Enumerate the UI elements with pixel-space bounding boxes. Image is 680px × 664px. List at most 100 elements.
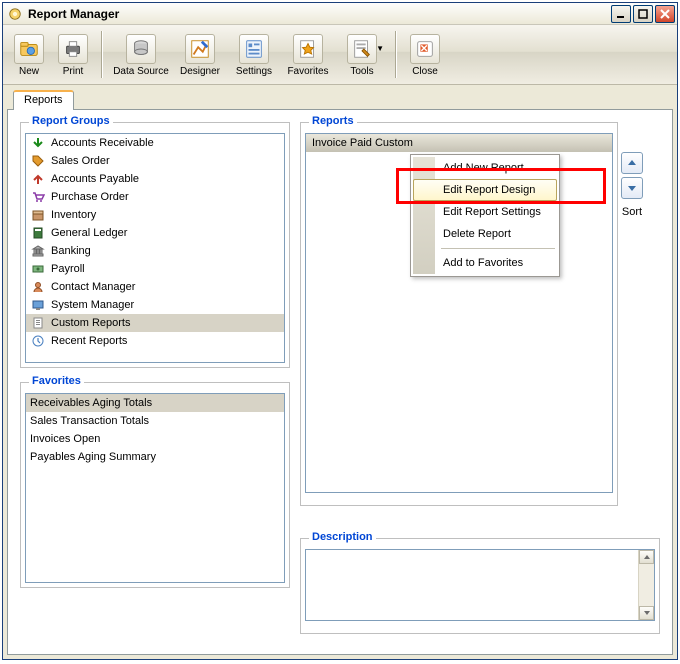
favorites-icon <box>293 34 323 64</box>
list-item-label: General Ledger <box>51 227 127 239</box>
left-column: Report Groups Accounts Receivable Sales … <box>20 122 290 642</box>
favorites-group: Favorites Receivables Aging Totals Sales… <box>20 382 290 588</box>
folder-icon <box>14 34 44 64</box>
list-item-label: Custom Reports <box>51 317 130 329</box>
report-groups-legend: Report Groups <box>29 115 113 127</box>
minimize-button[interactable] <box>611 5 631 23</box>
chevron-down-icon: ▼ <box>376 44 384 53</box>
reports-group: Reports Invoice Paid Custom Add New Repo… <box>300 122 618 506</box>
book-icon <box>30 225 46 241</box>
list-item-label: Sales Order <box>51 155 110 167</box>
list-item-label: Recent Reports <box>51 335 127 347</box>
arrow-up-icon <box>30 171 46 187</box>
list-item[interactable]: Custom Reports <box>26 314 284 332</box>
tag-icon <box>30 153 46 169</box>
list-item-label: Banking <box>51 245 91 257</box>
designer-button[interactable]: Designer <box>173 27 227 82</box>
settings-button[interactable]: Settings <box>227 27 281 82</box>
print-button[interactable]: Print <box>51 27 95 82</box>
app-icon <box>7 6 23 22</box>
scroll-down-button[interactable] <box>639 606 654 620</box>
close-button[interactable] <box>655 5 675 23</box>
toolbar-separator <box>101 31 103 78</box>
list-item[interactable]: Accounts Payable <box>26 170 284 188</box>
settings-label: Settings <box>236 66 272 77</box>
sort-down-button[interactable] <box>621 177 643 199</box>
close-tool-button[interactable]: Close <box>403 27 447 82</box>
settings-icon <box>239 34 269 64</box>
titlebar: Report Manager <box>3 3 677 25</box>
toolbar: New Print Data Source Designer Settings … <box>3 25 677 85</box>
new-label: New <box>19 66 39 77</box>
tools-button[interactable]: ▼ Tools <box>335 27 389 82</box>
bank-icon <box>30 243 46 259</box>
list-item[interactable]: Inventory <box>26 206 284 224</box>
favorites-button[interactable]: Favorites <box>281 27 335 82</box>
sort-up-button[interactable] <box>621 152 643 174</box>
list-item-label: Purchase Order <box>51 191 129 203</box>
list-item[interactable]: Purchase Order <box>26 188 284 206</box>
list-item[interactable]: Contact Manager <box>26 278 284 296</box>
list-item-label: Accounts Payable <box>51 173 139 185</box>
clock-icon <box>30 333 46 349</box>
list-item[interactable]: Sales Transaction Totals <box>26 412 284 430</box>
context-menu-separator <box>441 248 555 249</box>
favorites-list[interactable]: Receivables Aging Totals Sales Transacti… <box>25 393 285 583</box>
close-label: Close <box>412 66 438 77</box>
list-item[interactable]: System Manager <box>26 296 284 314</box>
cart-icon <box>30 189 46 205</box>
maximize-button[interactable] <box>633 5 653 23</box>
highlight-annotation <box>396 168 606 204</box>
list-item-label: Payables Aging Summary <box>30 451 156 463</box>
scroll-up-button[interactable] <box>639 550 654 564</box>
ctx-add-to-favorites[interactable]: Add to Favorites <box>413 252 557 274</box>
list-item[interactable]: Payroll <box>26 260 284 278</box>
print-label: Print <box>63 66 84 77</box>
designer-label: Designer <box>180 66 220 77</box>
database-icon <box>126 34 156 64</box>
printer-icon <box>58 34 88 64</box>
description-legend: Description <box>309 531 376 543</box>
right-column: Reports Invoice Paid Custom Add New Repo… <box>300 122 660 642</box>
favorites-legend: Favorites <box>29 375 84 387</box>
list-item-label: Accounts Receivable <box>51 137 154 149</box>
list-item[interactable]: Sales Order <box>26 152 284 170</box>
list-item-label: System Manager <box>51 299 134 311</box>
list-item[interactable]: Receivables Aging Totals <box>26 394 284 412</box>
tab-reports[interactable]: Reports <box>13 90 74 110</box>
close-icon <box>410 34 440 64</box>
list-item[interactable]: Payables Aging Summary <box>26 448 284 466</box>
tools-label: Tools <box>350 66 373 77</box>
list-item[interactable]: Banking <box>26 242 284 260</box>
report-groups-list[interactable]: Accounts Receivable Sales Order Accounts… <box>25 133 285 363</box>
ctx-edit-report-settings[interactable]: Edit Report Settings <box>413 201 557 223</box>
data-source-button[interactable]: Data Source <box>109 27 173 82</box>
list-item[interactable]: Invoices Open <box>26 430 284 448</box>
arrow-down-icon <box>30 135 46 151</box>
reports-list[interactable]: Invoice Paid Custom Add New Report Edit … <box>305 133 613 493</box>
box-icon <box>30 207 46 223</box>
list-item[interactable]: Recent Reports <box>26 332 284 350</box>
description-box[interactable] <box>305 549 655 621</box>
data-source-label: Data Source <box>113 66 169 77</box>
designer-icon <box>185 34 215 64</box>
monitor-icon <box>30 297 46 313</box>
new-button[interactable]: New <box>7 27 51 82</box>
window-title: Report Manager <box>28 7 119 21</box>
report-manager-window: Report Manager New Print Data Source Des… <box>2 2 678 660</box>
report-groups-group: Report Groups Accounts Receivable Sales … <box>20 122 290 368</box>
description-group: Description <box>300 538 660 634</box>
tools-icon: ▼ <box>347 34 377 64</box>
list-item-label: Payroll <box>51 263 85 275</box>
list-item-label: Sales Transaction Totals <box>30 415 149 427</box>
description-scrollbar[interactable] <box>638 550 654 620</box>
list-item-label: Invoices Open <box>30 433 100 445</box>
reports-header[interactable]: Invoice Paid Custom <box>306 134 612 152</box>
list-item[interactable]: Accounts Receivable <box>26 134 284 152</box>
list-item[interactable]: General Ledger <box>26 224 284 242</box>
ctx-delete-report[interactable]: Delete Report <box>413 223 557 245</box>
toolbar-separator <box>395 31 397 78</box>
list-item-label: Contact Manager <box>51 281 135 293</box>
sort-controls: Sort <box>614 152 650 218</box>
list-item-label: Inventory <box>51 209 96 221</box>
